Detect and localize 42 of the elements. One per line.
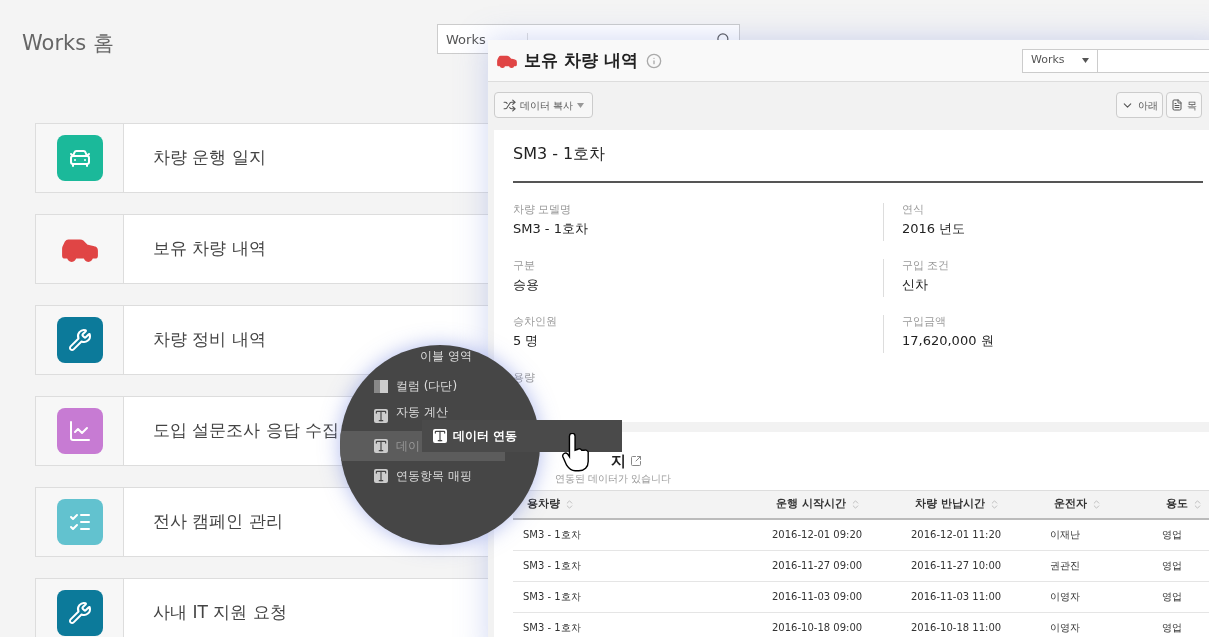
- table-cell-text: 2016-11-27 10:00: [910, 560, 1003, 572]
- record-title: SM3 - 1호차: [513, 144, 1203, 183]
- section-title: 지: [611, 453, 626, 469]
- table-cell-text: 2016-11-03 11:00: [910, 591, 1003, 603]
- field-label: 구입금액: [902, 315, 946, 329]
- field-label: 연식: [902, 203, 924, 217]
- table-cell-text: SM3 - 1호차: [522, 560, 582, 572]
- table-cell-text: 2016-12-01 11:20: [910, 529, 1003, 541]
- field-value: 5 명: [513, 333, 539, 349]
- window-title: 보유 차량 내역: [524, 52, 638, 69]
- table-cell-text: 2016-11-27 09:00: [771, 560, 864, 572]
- table-cell-text: 이영자: [1049, 622, 1081, 634]
- field-value: 2016 년도: [902, 221, 966, 237]
- field-label: 구분: [513, 259, 535, 273]
- field-value: SM3 - 1호차: [513, 221, 588, 237]
- page-title: Works 홈: [22, 32, 114, 54]
- table-cell-text: 2016-11-03 09:00: [771, 591, 864, 603]
- table-cell-text: 2016-10-18 09:00: [771, 622, 864, 634]
- field-value: 17,620,000 원: [902, 333, 994, 349]
- app-name: 차량 운행 일지: [153, 146, 266, 170]
- field-label: 승차인원: [513, 315, 557, 329]
- app-name: 사내 IT 지원 요청: [153, 601, 287, 625]
- app-name: 전사 캠페인 관리: [153, 510, 283, 534]
- table-cell-text: 권관진: [1049, 560, 1081, 572]
- table-cell-text: 2016-12-01 09:20: [771, 529, 864, 541]
- section-subtitle: 연동된 데이터가 있습니다: [555, 472, 672, 486]
- table-cell-text: 영업: [1161, 622, 1183, 634]
- table-cell-text: 영업: [1161, 529, 1183, 541]
- table-cell-text: 2016-10-18 11:00: [910, 622, 1003, 634]
- table-cell-text: SM3 - 1호차: [522, 622, 582, 634]
- table-cell-text: 영업: [1161, 591, 1183, 603]
- app-name: 보유 차량 내역: [153, 237, 266, 261]
- table-cell-text: 영업: [1161, 560, 1183, 572]
- field-label: 구입 조건: [902, 259, 950, 273]
- table-cell-text: 이영자: [1049, 591, 1081, 603]
- field-value: 신차: [902, 277, 928, 293]
- table-cell-text: SM3 - 1호차: [522, 529, 582, 541]
- field-label: 차량 모델명: [513, 203, 572, 217]
- table-cell-text: 이재난: [1049, 529, 1081, 541]
- app-name: 차량 정비 내역: [153, 328, 266, 352]
- table-cell-text: SM3 - 1호차: [522, 591, 582, 603]
- app-name: 도입 설문조사 응답 수집: [153, 419, 340, 443]
